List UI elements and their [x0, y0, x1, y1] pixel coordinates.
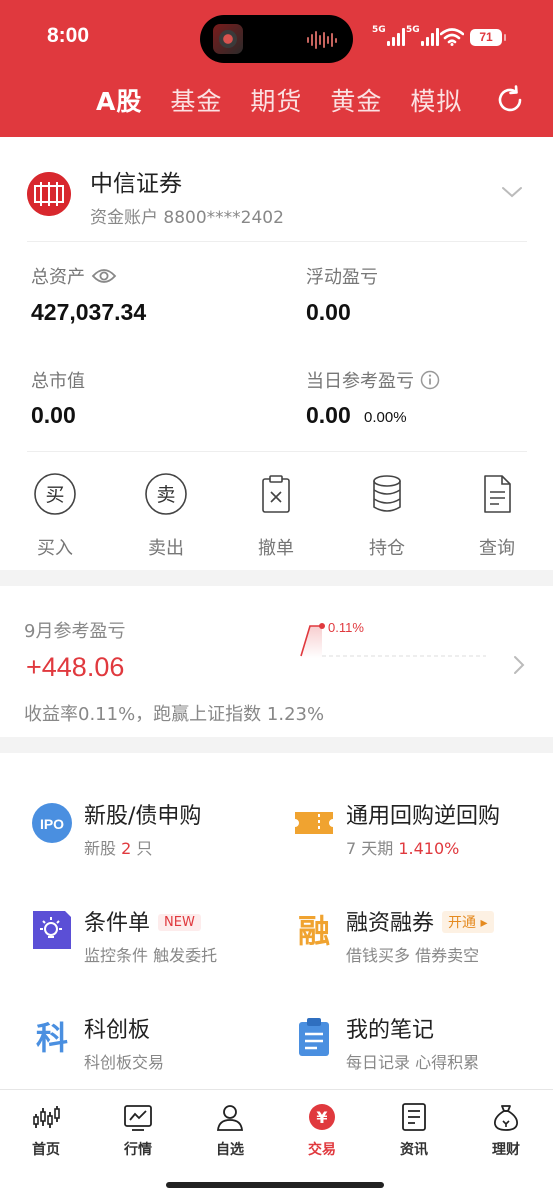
- activate-badge[interactable]: 开通 ▸: [442, 911, 494, 933]
- positions-button[interactable]: 持仓: [352, 472, 422, 560]
- floating-pl-label: 浮动盈亏: [306, 267, 378, 288]
- tab-gold[interactable]: 黄金: [330, 82, 382, 118]
- nav-wealth[interactable]: 理财: [476, 1102, 536, 1159]
- conditional-order[interactable]: 条件单 NEW 监控条件 触发委托: [31, 905, 291, 975]
- nav-market[interactable]: 行情: [108, 1102, 168, 1159]
- dynamic-island[interactable]: [200, 15, 353, 63]
- cancel-order-button[interactable]: 撤单: [241, 472, 311, 560]
- tab-a-shares[interactable]: A股: [96, 82, 142, 118]
- buy-icon: 买: [34, 473, 76, 515]
- sell-icon: 卖: [145, 473, 187, 515]
- yen-icon: ¥: [309, 1104, 335, 1130]
- lightbulb-icon: [33, 911, 71, 949]
- floating-pl-value: 0.00: [306, 299, 351, 325]
- user-icon: [217, 1105, 243, 1131]
- monthly-pl-card[interactable]: 9月参考盈亏 +448.06 收益率0.11%，跑赢上证指数 1.23% 0.1…: [0, 586, 553, 737]
- battery-icon: 71: [470, 29, 506, 46]
- nav-news[interactable]: 资讯: [384, 1102, 444, 1159]
- daily-pl-percent: 0.00%: [364, 409, 407, 426]
- margin-icon: 融: [298, 912, 330, 950]
- svg-text:买: 买: [45, 484, 64, 506]
- news-icon: [402, 1103, 426, 1131]
- divider: [27, 451, 527, 452]
- star-market[interactable]: 科 科创板 科创板交易: [31, 1012, 291, 1082]
- query-button[interactable]: 查询: [462, 472, 532, 560]
- signal-icon: 5G: [372, 25, 405, 46]
- chevron-down-icon[interactable]: [500, 184, 524, 200]
- ipo-subscription[interactable]: IPO 新股/债申购 新股 2 只: [31, 798, 291, 868]
- info-icon[interactable]: [420, 370, 440, 390]
- tab-futures[interactable]: 期货: [250, 82, 302, 118]
- market-value-label: 总市值: [31, 371, 85, 392]
- new-badge: NEW: [158, 914, 201, 931]
- status-time: 8:00: [47, 24, 90, 47]
- total-assets-label: 总资产: [31, 263, 117, 289]
- my-notes[interactable]: 我的笔记 每日记录 心得积累: [293, 1012, 553, 1082]
- star-market-icon: 科: [36, 1019, 68, 1057]
- tab-funds[interactable]: 基金: [170, 82, 222, 118]
- home-indicator[interactable]: [166, 1182, 384, 1188]
- eye-icon[interactable]: [91, 267, 117, 285]
- signal-icon: 5G: [406, 25, 439, 46]
- svg-text:卖: 卖: [156, 484, 175, 506]
- candlestick-icon: [33, 1106, 60, 1128]
- account-number: 资金账户 8800****2402: [90, 208, 284, 228]
- monthly-pl-description: 收益率0.11%，跑赢上证指数 1.23%: [24, 704, 325, 725]
- divider: [27, 241, 527, 242]
- buy-button[interactable]: 买 买入: [20, 472, 90, 560]
- clipboard-x-icon: [262, 475, 290, 513]
- document-icon: [484, 475, 511, 513]
- monthly-pl-amount: +448.06: [26, 652, 125, 682]
- monthly-sparkline: 0.11%: [300, 620, 486, 658]
- daily-pl-value: 0.00: [306, 402, 351, 428]
- database-icon: [373, 475, 401, 512]
- reverse-repo[interactable]: 通用回购逆回购 7 天期 1.410%: [293, 798, 553, 868]
- money-bag-icon: [494, 1105, 518, 1131]
- ticket-icon: [295, 812, 333, 834]
- wifi-icon: [440, 28, 464, 46]
- margin-trading[interactable]: 融 融资融券 开通 ▸ 借钱买多 借券卖空: [293, 905, 553, 975]
- audio-waveform-icon: [307, 31, 337, 49]
- nav-watchlist[interactable]: 自选: [200, 1102, 260, 1159]
- now-playing-artwork: [213, 24, 243, 54]
- sell-button[interactable]: 卖 卖出: [131, 472, 201, 560]
- market-value-value: 0.00: [31, 402, 76, 428]
- notes-icon: [299, 1018, 329, 1056]
- svg-text:科: 科: [36, 1019, 68, 1057]
- svg-text:IPO: IPO: [40, 816, 64, 832]
- app-header: 8:00 5G 5G 71 A股 基金 期货 黄金 模拟: [0, 0, 553, 137]
- daily-pl-label: 当日参考盈亏: [306, 367, 440, 393]
- svg-text:0.11%: 0.11%: [328, 620, 364, 635]
- ipo-icon: IPO: [32, 803, 72, 843]
- trade-actions: 买 买入 卖 卖出 撤单 持仓 查询: [0, 472, 553, 562]
- svg-text:¥: ¥: [316, 1108, 327, 1127]
- total-assets-value: 427,037.34: [31, 299, 147, 325]
- svg-text:融: 融: [298, 912, 330, 950]
- tab-simulated[interactable]: 模拟: [410, 82, 462, 118]
- status-bar: 8:00 5G 5G 71: [0, 0, 553, 78]
- nav-home[interactable]: 首页: [16, 1102, 76, 1159]
- account-card: 中信证券 资金账户 8800****2402 总资产 427,037.34 浮动…: [0, 137, 553, 570]
- services-grid: IPO 新股/债申购 新股 2 只 通用回购逆回购 7 天期 1.410% 条件…: [0, 753, 553, 1093]
- nav-trade[interactable]: ¥ 交易: [292, 1102, 352, 1159]
- chart-icon: [124, 1105, 152, 1131]
- refresh-icon[interactable]: [494, 84, 526, 116]
- citic-logo-icon: [27, 172, 71, 216]
- chevron-right-icon[interactable]: [512, 654, 526, 676]
- market-tabs: A股 基金 期货 黄金 模拟: [96, 82, 490, 118]
- monthly-pl-title: 9月参考盈亏: [24, 621, 126, 642]
- broker-name[interactable]: 中信证券: [90, 164, 182, 198]
